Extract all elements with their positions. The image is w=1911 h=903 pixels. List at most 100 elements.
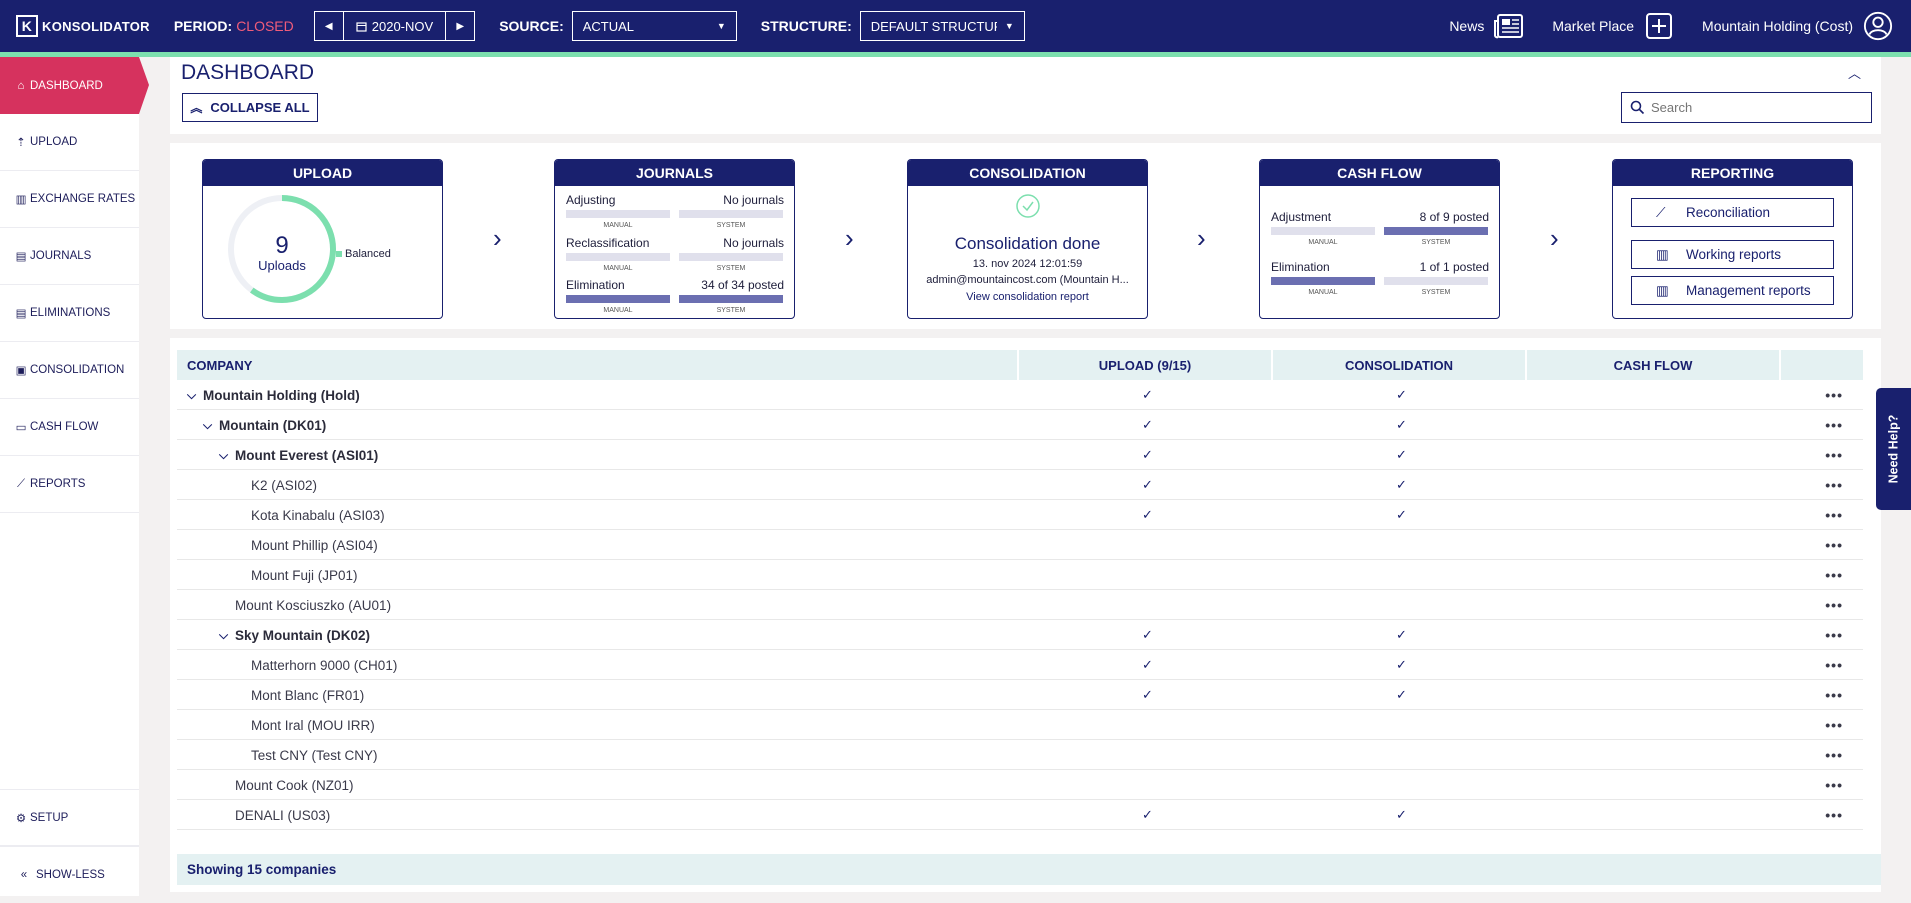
sidebar-item-consolidation[interactable]: ▣ CONSOLIDATION [0,342,139,399]
table-row[interactable]: ⌵ Mount Everest (ASI01) ✓ ✓ ••• [177,440,1863,470]
source-value: ACTUAL [582,18,635,34]
table-row[interactable]: ⌵ Mountain (DK01) ✓ ✓ ••• [177,410,1863,440]
working-reports-button[interactable]: ▥ Working reports [1631,240,1834,269]
table-row[interactable]: ⌵ Sky Mountain (DK02) ✓ ✓ ••• [177,620,1863,650]
column-consolidation[interactable]: CONSOLIDATION [1273,350,1527,380]
company-table: COMPANY UPLOAD (9/15) CONSOLIDATION CASH… [170,338,1881,892]
view-consolidation-report-link[interactable]: View consolidation report [908,291,1147,303]
need-help-button[interactable]: Need Help? [1876,388,1911,510]
more-options-icon[interactable]: ••• [1825,530,1843,560]
more-options-icon[interactable]: ••• [1825,770,1843,800]
sidebar-item-eliminations[interactable]: ▤ ELIMINATIONS [0,285,139,342]
chart-icon: ⟋ [16,477,26,490]
more-options-icon[interactable]: ••• [1825,380,1843,410]
more-options-icon[interactable]: ••• [1825,740,1843,770]
more-options-icon[interactable]: ••• [1825,710,1843,740]
need-help-label: Need Help? [1886,414,1901,484]
company-name: Mont Iral (MOU IRR) [251,717,375,733]
table-row[interactable]: Mount Kosciuszko (AU01) ••• [177,590,1863,620]
market-place-label: Market Place [1552,18,1635,34]
logo-icon: K [16,15,38,37]
table-row[interactable]: Matterhorn 9000 (CH01) ✓ ✓ ••• [177,650,1863,680]
sidebar-item-journals[interactable]: ▤ JOURNALS [0,228,139,285]
dashboard-header: DASHBOARD ︽ COLLAPSE ALL ︿ [170,57,1881,134]
consolidation-status: Consolidation done [954,234,1101,253]
document-icon: ▤ [15,251,27,263]
column-company[interactable]: COMPANY [177,350,1019,380]
table-row[interactable]: Mount Cook (NZ01) ••• [177,770,1863,800]
journals-card[interactable]: JOURNALS Adjusting No journals MANUAL SYS… [554,159,795,319]
manual-bar [566,295,670,303]
sidebar-item-cash-flow[interactable]: ▭ CASH FLOW [0,399,139,456]
chevron-up-icon[interactable]: ︿ [1848,63,1861,82]
table-row[interactable]: Mont Blanc (FR01) ✓ ✓ ••• [177,680,1863,710]
consolidation-check-icon: ✓ [1396,507,1407,522]
more-options-icon[interactable]: ••• [1825,800,1843,830]
table-row[interactable]: Mont Iral (MOU IRR) ••• [177,710,1863,740]
user-menu[interactable]: Mountain Holding (Cost) [1702,11,1893,41]
news-button[interactable]: News [1449,11,1524,41]
chevron-down-icon[interactable]: ⌵ [203,418,219,433]
column-upload[interactable]: UPLOAD (9/15) [1019,350,1273,380]
consolidation-check-icon: ✓ [1396,417,1407,432]
table-row[interactable]: DENALI (US03) ✓ ✓ ••• [177,800,1863,830]
table-row[interactable]: K2 (ASI02) ✓ ✓ ••• [177,470,1863,500]
table-row[interactable]: ⌵ Mountain Holding (Hold) ✓ ✓ ••• [177,380,1863,410]
more-options-icon[interactable]: ••• [1825,440,1843,470]
company-name-cell: ⌵ Sky Mountain (DK02) [219,620,370,650]
source-label: SOURCE: [499,18,564,34]
sidebar-item-upload[interactable]: ⇡ UPLOAD [0,114,139,171]
table-row[interactable]: Test CNY (Test CNY) ••• [177,740,1863,770]
consolidation-user: admin@mountaincost.com (Mountain H... [926,274,1129,286]
consolidation-card[interactable]: CONSOLIDATION Consolidation done 13. nov… [907,159,1148,319]
show-less-button[interactable]: « SHOW-LESS [0,846,139,903]
cash-flow-card[interactable]: CASH FLOW Adjustment 8 of 9 posted MANUA… [1259,159,1500,319]
more-options-icon[interactable]: ••• [1825,680,1843,710]
consolidation-check-icon: ✓ [1396,687,1407,702]
structure-select[interactable]: DEFAULT STRUCTURE ▼ [859,11,1025,41]
manual-bar [566,253,670,261]
table-row[interactable]: Mount Phillip (ASI04) ••• [177,530,1863,560]
sidebar-item-setup[interactable]: ⚙ SETUP [0,789,139,846]
period-value-button[interactable]: 2020-NOV [342,12,447,40]
upload-check-icon: ✓ [1142,387,1153,402]
next-period-button[interactable]: ▶ [446,12,474,40]
more-options-icon[interactable]: ••• [1825,500,1843,530]
logo[interactable]: K KONSOLIDATOR [16,15,150,37]
company-name-cell: Mount Fuji (JP01) [251,560,358,590]
collapse-all-button[interactable]: ︽ COLLAPSE ALL [182,93,318,122]
chevron-down-icon[interactable]: ⌵ [219,448,235,463]
gear-icon: ⚙ [15,812,27,825]
search-icon [1630,100,1645,115]
company-name-cell: Kota Kinabalu (ASI03) [251,500,385,530]
chevron-down-icon[interactable]: ⌵ [187,388,203,403]
more-options-icon[interactable]: ••• [1825,470,1843,500]
market-place-button[interactable]: Market Place [1552,11,1674,41]
search-input[interactable] [1651,100,1851,115]
column-cash-flow[interactable]: CASH FLOW [1527,350,1781,380]
more-options-icon[interactable]: ••• [1825,560,1843,590]
reconciliation-button[interactable]: ⟋ Reconciliation [1631,198,1834,227]
management-reports-button[interactable]: ▥ Management reports [1631,276,1834,305]
more-options-icon[interactable]: ••• [1825,410,1843,440]
prev-period-button[interactable]: ◀ [315,12,343,40]
company-name-cell: Matterhorn 9000 (CH01) [251,650,397,680]
chevron-down-icon[interactable]: ⌵ [219,628,235,643]
more-options-icon[interactable]: ••• [1825,590,1843,620]
upload-count-label: Uploads [258,258,306,273]
table-row[interactable]: Kota Kinabalu (ASI03) ✓ ✓ ••• [177,500,1863,530]
logo-text: KONSOLIDATOR [42,18,150,34]
sidebar-item-exchange-rates[interactable]: ▥ EXCHANGE RATES [0,171,139,228]
cash-flow-card-title: CASH FLOW [1260,160,1499,186]
table-row[interactable]: Mount Fuji (JP01) ••• [177,560,1863,590]
more-options-icon[interactable]: ••• [1825,650,1843,680]
sidebar-item-dashboard[interactable]: ⌂ DASHBOARD [0,57,149,114]
more-options-icon[interactable]: ••• [1825,620,1843,650]
news-label: News [1449,18,1485,34]
upload-check-icon: ✓ [1142,507,1153,522]
company-name-cell: Mont Blanc (FR01) [251,680,364,710]
source-select[interactable]: ACTUAL ▼ [571,11,737,41]
sidebar-item-reports[interactable]: ⟋ REPORTS [0,456,139,513]
sidebar-item-label: JOURNALS [30,250,92,262]
upload-card[interactable]: UPLOAD 9 Uploads Balanced [202,159,443,319]
